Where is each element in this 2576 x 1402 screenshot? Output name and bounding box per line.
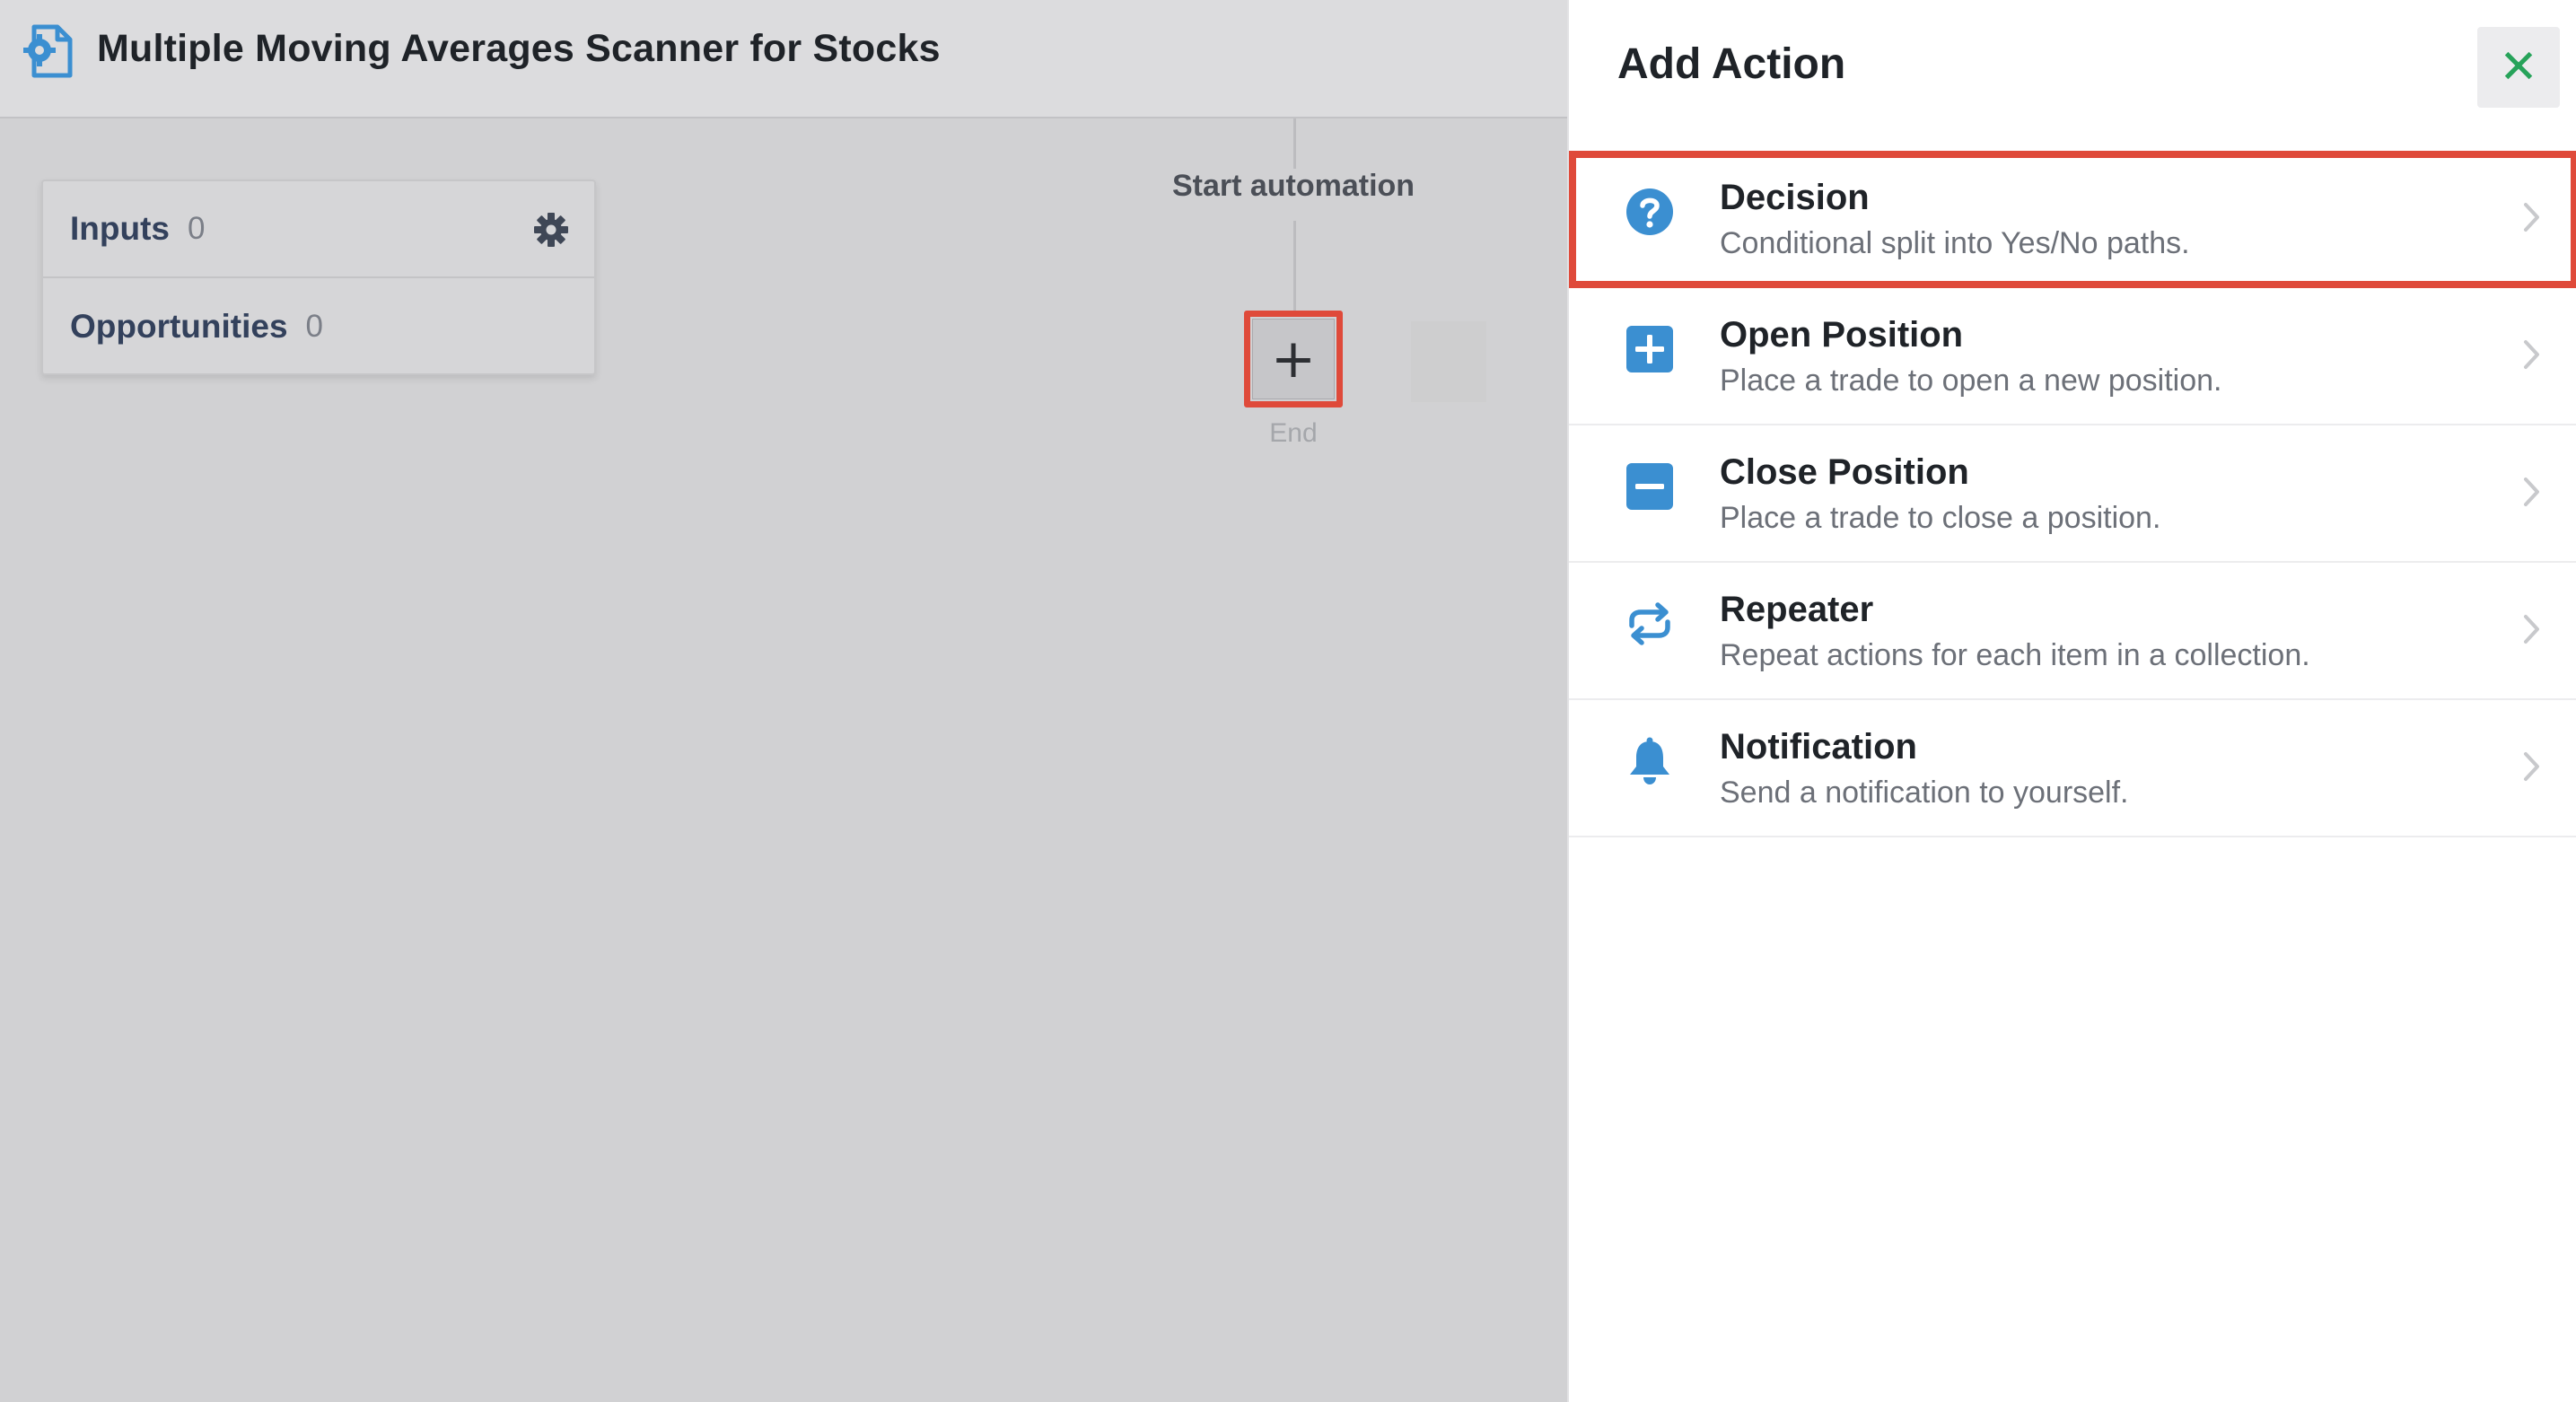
- action-item-repeater[interactable]: Repeater Repeat actions for each item in…: [1569, 563, 2576, 700]
- action-description: Repeat actions for each item in a collec…: [1720, 638, 2310, 672]
- gear-icon[interactable]: [533, 212, 569, 248]
- inputs-count: 0: [187, 211, 206, 246]
- flow-connector-middle: [1293, 221, 1296, 311]
- chevron-right-icon: [2524, 478, 2539, 506]
- opportunities-count: 0: [305, 309, 324, 344]
- top-bar: Multiple Moving Averages Scanner for Sto…: [0, 0, 1567, 118]
- plus-icon: +: [1270, 328, 1317, 390]
- action-name: Notification: [1720, 727, 1917, 767]
- question-circle-icon: [1626, 188, 1673, 235]
- action-name: Decision: [1720, 178, 1870, 217]
- add-action-drawer: Add Action ✕ Decision Conditional split …: [1567, 0, 2576, 1402]
- action-item-decision[interactable]: Decision Conditional split into Yes/No p…: [1569, 151, 2576, 288]
- close-button[interactable]: ✕: [2477, 27, 2560, 108]
- action-description: Send a notification to yourself.: [1720, 775, 2129, 810]
- action-list: Decision Conditional split into Yes/No p…: [1569, 151, 2576, 837]
- chevron-right-icon: [2524, 203, 2539, 232]
- inputs-label: Inputs: [70, 210, 170, 247]
- bell-icon: [1630, 737, 1669, 784]
- chevron-right-icon: [2524, 752, 2539, 781]
- chevron-right-icon: [2524, 615, 2539, 644]
- action-item-notification[interactable]: Notification Send a notification to your…: [1569, 700, 2576, 837]
- start-automation-label: Start automation: [1171, 169, 1415, 203]
- action-description: Place a trade to open a new position.: [1720, 364, 2222, 398]
- action-description: Place a trade to close a position.: [1720, 501, 2161, 535]
- end-label: End: [1269, 418, 1318, 448]
- plus-square-icon: [1626, 326, 1673, 372]
- action-name: Repeater: [1720, 590, 1874, 629]
- placeholder-slot: [1411, 321, 1486, 402]
- automation-gear-document-icon: [23, 24, 73, 78]
- drawer-title: Add Action: [1617, 40, 1846, 88]
- opportunities-label: Opportunities: [70, 308, 288, 345]
- repeat-arrows-icon: [1629, 602, 1670, 645]
- opportunities-row[interactable]: Opportunities 0: [43, 278, 594, 375]
- automation-canvas: Multiple Moving Averages Scanner for Sto…: [0, 0, 1567, 1402]
- inputs-row[interactable]: Inputs 0: [43, 181, 594, 278]
- action-name: Close Position: [1720, 452, 1969, 492]
- page-title: Multiple Moving Averages Scanner for Sto…: [97, 27, 941, 70]
- action-description: Conditional split into Yes/No paths.: [1720, 226, 2190, 260]
- add-step-button[interactable]: +: [1252, 319, 1335, 399]
- close-icon: ✕: [2499, 40, 2538, 94]
- chevron-right-icon: [2524, 340, 2539, 369]
- action-item-open-position[interactable]: Open Position Place a trade to open a ne…: [1569, 288, 2576, 425]
- minus-square-icon: [1626, 463, 1673, 510]
- inputs-opportunities-panel: Inputs 0 Opportunities 0: [41, 180, 596, 375]
- app-window: Multiple Moving Averages Scanner for Sto…: [0, 0, 2576, 1402]
- action-name: Open Position: [1720, 315, 1964, 355]
- flow-connector-top: [1293, 118, 1296, 169]
- action-item-close-position[interactable]: Close Position Place a trade to close a …: [1569, 425, 2576, 563]
